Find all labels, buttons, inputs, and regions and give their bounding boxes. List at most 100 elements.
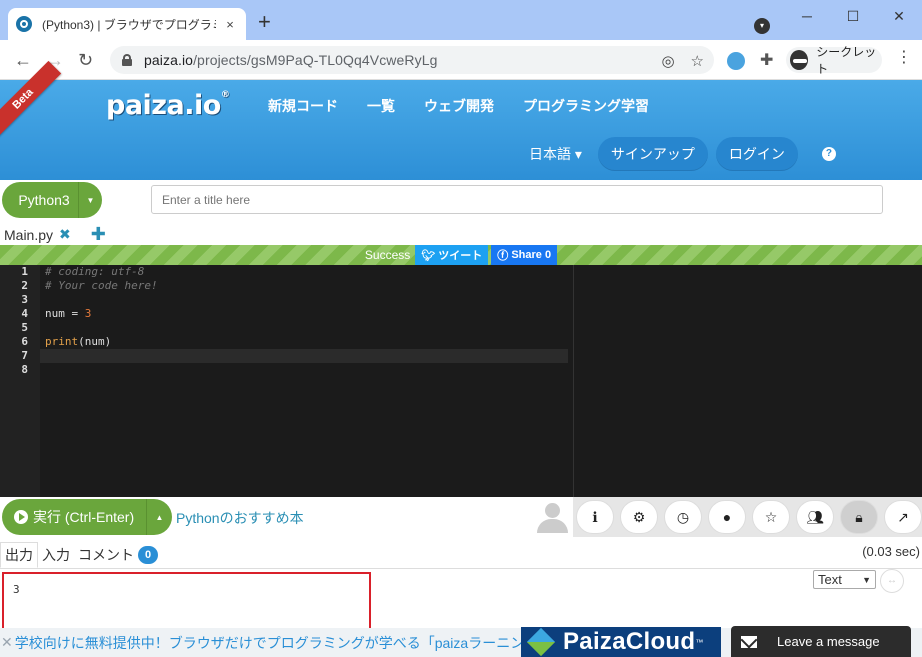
output-format-select[interactable]: Text ▼ bbox=[813, 570, 876, 589]
caret-down-icon[interactable]: ▼ bbox=[78, 182, 102, 218]
leave-message-label: Leave a message bbox=[777, 634, 880, 649]
back-icon[interactable]: ← bbox=[14, 50, 32, 70]
history-clock-icon[interactable]: ◷ bbox=[664, 500, 702, 534]
browser-tab[interactable]: (Python3) | ブラウザでプログラミング･ × bbox=[8, 8, 246, 40]
help-icon[interactable]: ? bbox=[821, 147, 836, 161]
line-number: 4 bbox=[21, 307, 28, 320]
print-margin bbox=[573, 265, 574, 497]
window-close-icon[interactable]: ✕ bbox=[876, 0, 922, 32]
close-file-icon[interactable]: ✖ bbox=[59, 226, 71, 243]
code-line-4: num = 3 bbox=[45, 307, 573, 321]
minimize-icon[interactable]: ─ bbox=[784, 0, 830, 32]
collaborators-icon[interactable]: 👥︎ bbox=[796, 500, 834, 534]
github-icon[interactable]: ● bbox=[708, 500, 746, 534]
envelope-icon bbox=[741, 635, 757, 648]
browser-tab-title: (Python3) | ブラウザでプログラミング･ bbox=[42, 17, 216, 32]
notice-text[interactable]: 学校向けに無料提供中！ブラウザだけでプログラミングが学べる「paizaラーニン bbox=[15, 633, 524, 653]
tweet-label: ツイート bbox=[438, 250, 483, 262]
nav-learning[interactable]: プログラミング学習 bbox=[523, 96, 649, 116]
status-text: Success bbox=[364, 248, 411, 262]
tab-close-icon[interactable]: × bbox=[222, 17, 238, 32]
output-tabs: 出力 入力 コメント 0 (0.03 sec) bbox=[0, 542, 922, 569]
share-external-icon[interactable]: ↗ bbox=[884, 500, 922, 534]
file-tab[interactable]: Main.py ✖ ✚ bbox=[4, 224, 106, 245]
run-button[interactable]: 実行 (Ctrl-Enter) ▲ bbox=[2, 499, 172, 535]
info-icon[interactable]: ℹ bbox=[576, 500, 614, 534]
eye-off-icon[interactable]: ◎ bbox=[661, 52, 674, 70]
reload-icon[interactable]: ↻ bbox=[78, 50, 93, 70]
extensions-puzzle-icon[interactable]: ✚ bbox=[760, 52, 778, 70]
nav-new-code[interactable]: 新規コード bbox=[268, 96, 338, 116]
incognito-profile-button[interactable]: シークレット bbox=[786, 45, 882, 76]
code-line-2: # Your code here! bbox=[45, 279, 158, 292]
facebook-share-button[interactable]: ⓕ Share 0 bbox=[491, 245, 558, 265]
nav-web-dev[interactable]: ウェブ開発 bbox=[424, 96, 494, 116]
paizacloud-banner[interactable]: PaizaCloud ™ bbox=[521, 627, 721, 657]
code-editor[interactable]: 1 2 3 4 5 6 7 8 # coding: utf-8 # Your c… bbox=[0, 265, 922, 497]
code-line-7-active bbox=[40, 349, 568, 363]
lock-private-icon[interactable]: 🔒︎ bbox=[840, 500, 878, 534]
incognito-icon bbox=[790, 50, 809, 70]
run-bar: 実行 (Ctrl-Enter) ▲ Pythonのおすすめ本 ℹ ⚙ ◷ ● ☆… bbox=[0, 497, 922, 537]
lock-icon[interactable] bbox=[122, 54, 132, 66]
login-button[interactable]: ログイン bbox=[715, 137, 798, 171]
line-number: 7 bbox=[21, 349, 28, 362]
incognito-label: シークレット bbox=[816, 45, 877, 76]
facebook-icon: ⓕ bbox=[497, 250, 509, 262]
code-text[interactable]: # coding: utf-8 # Your code here! num = … bbox=[40, 265, 573, 377]
avatar-head bbox=[545, 503, 560, 518]
favorite-star-icon[interactable]: ☆ bbox=[752, 500, 790, 534]
paiza-logo[interactable]: paiza.io® bbox=[106, 90, 230, 121]
logo-text: paiza.io bbox=[106, 90, 221, 121]
language-select-button[interactable]: Python3 ▼ bbox=[2, 182, 102, 218]
maximize-icon[interactable]: ☐ bbox=[830, 0, 876, 32]
status-bar: Success 🐦︎ ツイート ⓕ Share 0 bbox=[0, 245, 922, 265]
title-input[interactable] bbox=[151, 185, 883, 214]
run-label: 実行 (Ctrl-Enter) bbox=[33, 509, 135, 525]
line-number: 6 bbox=[21, 335, 28, 348]
language-label: Python3 bbox=[18, 192, 70, 208]
output-box: 3 bbox=[2, 572, 371, 632]
avatar-body bbox=[537, 519, 568, 533]
code-variable: num bbox=[45, 307, 65, 320]
settings-gear-icon[interactable]: ⚙ bbox=[620, 500, 658, 534]
language-dropdown[interactable]: 日本語 ▾ bbox=[529, 144, 582, 164]
tab-comment[interactable]: コメント 0 bbox=[74, 542, 162, 568]
tab-search-icon[interactable]: ▾ bbox=[754, 18, 770, 34]
tab-output[interactable]: 出力 bbox=[0, 542, 38, 568]
nav-list[interactable]: 一覧 bbox=[367, 96, 395, 116]
code-number: 3 bbox=[84, 307, 92, 320]
tab-input[interactable]: 入力 bbox=[38, 542, 74, 568]
line-number: 1 bbox=[21, 265, 28, 278]
add-file-icon[interactable]: ✚ bbox=[91, 224, 106, 245]
leave-message-widget[interactable]: Leave a message bbox=[731, 626, 911, 657]
browser-menu-icon[interactable]: ⋮ bbox=[896, 50, 912, 66]
site-header: Beta paiza.io® 新規コード 一覧 ウェブ開発 プログラミング学習 … bbox=[0, 60, 922, 180]
code-operator: = bbox=[64, 307, 85, 320]
user-avatar-icon[interactable] bbox=[534, 501, 570, 533]
line-number: 2 bbox=[21, 279, 28, 292]
main-nav: 新規コード 一覧 ウェブ開発 プログラミング学習 bbox=[268, 96, 649, 116]
code-line-6: print(num) bbox=[45, 335, 573, 349]
line-number: 5 bbox=[21, 321, 28, 334]
address-bar[interactable]: paiza.io/projects/gsM9PaQ-TL0Qq4VcweRyLg… bbox=[110, 46, 714, 74]
extension-icon[interactable] bbox=[727, 52, 745, 70]
expand-icon[interactable]: ↔ bbox=[880, 569, 904, 593]
address-url[interactable]: paiza.io/projects/gsM9PaQ-TL0Qq4VcweRyLg bbox=[144, 52, 437, 68]
output-value: 3 bbox=[13, 583, 20, 596]
book-recommend-link[interactable]: Pythonのおすすめ本 bbox=[176, 508, 304, 528]
browser-tab-bar: (Python3) | ブラウザでプログラミング･ × + ▾ ─ ☐ ✕ bbox=[0, 0, 922, 40]
line-numbers: 1 2 3 4 5 6 7 8 bbox=[0, 265, 40, 377]
signup-button[interactable]: サインアップ bbox=[597, 137, 708, 171]
paizacloud-logo-icon bbox=[527, 630, 557, 654]
close-notice-icon[interactable]: ✕ bbox=[1, 634, 13, 651]
elapsed-time: (0.03 sec) bbox=[862, 544, 920, 559]
bookmark-star-icon[interactable]: ☆ bbox=[691, 52, 704, 70]
tweet-button[interactable]: 🐦︎ ツイート bbox=[415, 245, 489, 265]
omnibox-actions: ◎ ☆ bbox=[661, 52, 704, 70]
new-tab-button[interactable]: + bbox=[258, 11, 271, 33]
caret-up-icon[interactable]: ▲ bbox=[146, 499, 172, 535]
